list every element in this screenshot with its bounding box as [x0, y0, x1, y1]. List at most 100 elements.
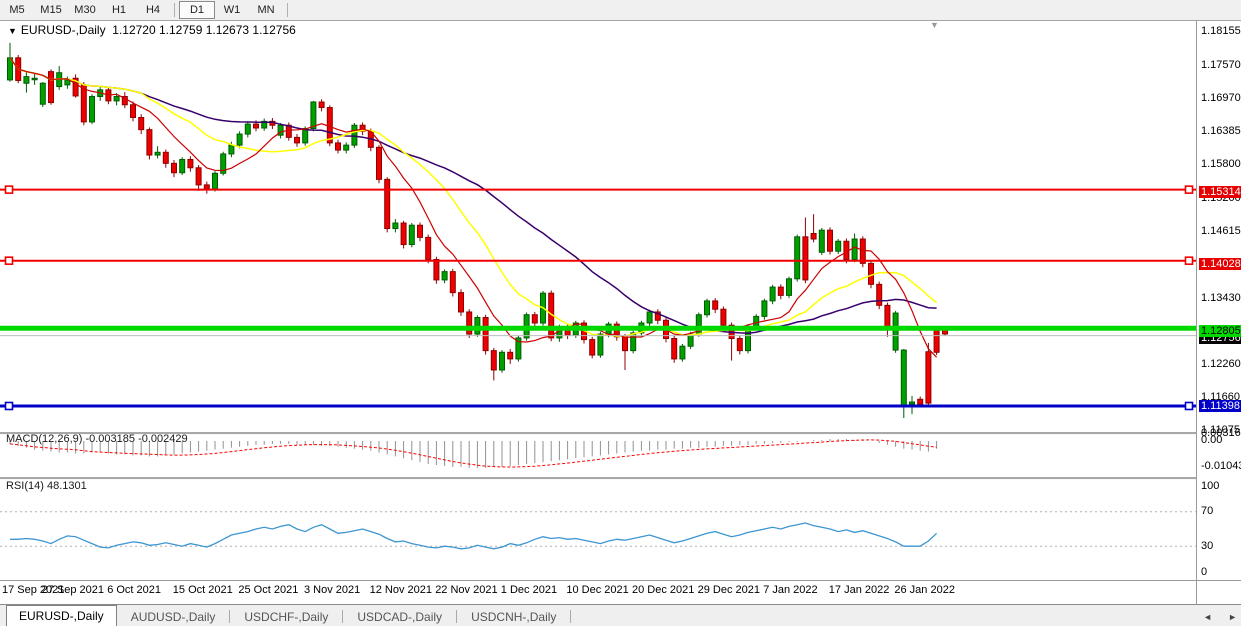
line-handle[interactable]: [1186, 402, 1193, 409]
candle-bullish: [352, 125, 357, 145]
price-axis-label: 1.13430: [1201, 292, 1241, 304]
date-axis-label: 22 Nov 2021: [435, 584, 497, 596]
date-axis-label: 12 Nov 2021: [370, 584, 432, 596]
price-axis-label: 70: [1201, 505, 1213, 517]
candle-bullish: [90, 96, 95, 121]
candle-bullish: [303, 129, 308, 143]
candle-bearish: [918, 399, 923, 404]
price-axis-label: 30: [1201, 540, 1213, 552]
candle-bearish: [81, 85, 86, 122]
scroll-left-button[interactable]: ◄: [1203, 612, 1212, 622]
candle-bullish: [229, 145, 234, 154]
candle-bullish: [393, 223, 398, 229]
candle-bearish: [778, 287, 783, 295]
tab-usdcnh-daily[interactable]: USDCNH-,Daily: [457, 607, 570, 626]
tab-scroll-arrows: ◄ ►: [1203, 612, 1237, 622]
price-axis-label: 0: [1201, 566, 1207, 578]
date-axis-label: 25 Oct 2021: [238, 584, 298, 596]
candle-bullish: [852, 239, 857, 259]
candle-bearish: [811, 234, 816, 240]
candle-bullish: [155, 152, 160, 155]
chart-tab-bar: EURUSD-,DailyAUDUSD-,DailyUSDCHF-,DailyU…: [0, 604, 1241, 626]
date-axis-label: 3 Nov 2021: [304, 584, 360, 596]
scroll-right-button[interactable]: ►: [1228, 612, 1237, 622]
candle-bearish: [926, 352, 931, 403]
candle-bullish: [901, 350, 906, 407]
price-axis-label: 1.12260: [1201, 358, 1241, 370]
candle-bearish: [434, 259, 439, 279]
ma-mid-line: [10, 58, 937, 336]
line-handle[interactable]: [6, 257, 13, 264]
line-handle[interactable]: [6, 186, 13, 193]
price-axis[interactable]: 1.181551.175701.169701.163851.158001.152…: [1198, 20, 1241, 604]
candle-bullish: [311, 102, 316, 129]
candle-bullish: [213, 173, 218, 188]
price-axis-label: 1.16385: [1201, 125, 1241, 137]
tab-audusd-daily[interactable]: AUDUSD-,Daily: [117, 607, 230, 626]
candle-bearish: [188, 159, 193, 167]
candle-bullish: [237, 134, 242, 145]
candle-bearish: [869, 263, 874, 284]
price-axis-label: 1.14615: [1201, 225, 1241, 237]
date-axis-border: [0, 580, 1241, 581]
candle-bullish: [598, 334, 603, 355]
date-axis-label: 17 Jan 2022: [829, 584, 890, 596]
candle-bearish: [713, 301, 718, 309]
panel-separator-rsi[interactable]: [0, 477, 1196, 480]
candle-bearish: [623, 337, 628, 351]
rsi-line: [10, 523, 937, 549]
price-axis-border: [1196, 20, 1197, 604]
line-handle[interactable]: [6, 402, 13, 409]
candle-bullish: [795, 237, 800, 279]
candle-bullish: [442, 272, 447, 280]
date-axis-label: 1 Dec 2021: [501, 584, 557, 596]
price-axis-label: 1.16970: [1201, 92, 1241, 104]
date-axis[interactable]: 17 Sep 202127 Sep 20216 Oct 202115 Oct 2…: [0, 583, 1196, 599]
price-badge: 1.14028: [1199, 258, 1241, 270]
chart-canvas[interactable]: [0, 0, 1241, 626]
candle-bearish: [131, 105, 136, 118]
candle-bullish: [893, 313, 898, 350]
tab-eurusd-daily[interactable]: EURUSD-,Daily: [6, 605, 117, 626]
price-axis-label: 1.17570: [1201, 59, 1241, 71]
candle-bearish: [418, 225, 423, 237]
candle-bearish: [934, 330, 939, 353]
tab-usdcad-daily[interactable]: USDCAD-,Daily: [343, 607, 456, 626]
tab-usdchf-daily[interactable]: USDCHF-,Daily: [230, 607, 342, 626]
candle-bearish: [377, 147, 382, 179]
candle-bearish: [139, 117, 144, 129]
trading-app-window: M5M15M30H1H4D1W1MN ▼EURUSD-,Daily 1.1272…: [0, 0, 1241, 626]
candle-bullish: [344, 145, 349, 150]
candle-bearish: [327, 108, 332, 143]
line-handle[interactable]: [1186, 257, 1193, 264]
candle-bullish: [705, 301, 710, 315]
candle-bullish: [180, 159, 185, 172]
date-axis-label: 6 Oct 2021: [107, 584, 161, 596]
line-handle[interactable]: [1186, 186, 1193, 193]
candle-bullish: [500, 352, 505, 370]
candle-bearish: [196, 168, 201, 185]
price-axis-label: 0.00: [1201, 434, 1222, 446]
candle-bearish: [147, 130, 152, 155]
candle-bullish: [762, 301, 767, 316]
candle-bullish: [770, 287, 775, 301]
candle-bullish: [409, 225, 414, 244]
last-bar-marker-icon: ▼: [930, 20, 939, 30]
candle-bearish: [803, 237, 808, 280]
candle-bullish: [24, 77, 29, 84]
price-axis-label: -0.01043: [1201, 460, 1241, 472]
candle-bearish: [491, 351, 496, 370]
price-axis-label: 100: [1201, 480, 1219, 492]
tab-separator: [570, 610, 571, 623]
rsi-indicator-label: RSI(14) 48.1301: [6, 480, 87, 492]
candle-bearish: [336, 143, 341, 150]
candle-bullish: [32, 78, 37, 80]
chart-symbol-label: EURUSD-,Daily: [21, 23, 106, 37]
candle-bearish: [295, 137, 300, 143]
candle-bearish: [163, 152, 168, 163]
date-axis-label: 20 Dec 2021: [632, 584, 694, 596]
ma-fast-line: [10, 58, 937, 358]
candle-bullish: [680, 346, 685, 359]
candle-bearish: [721, 309, 726, 325]
candle-bullish: [647, 312, 652, 323]
